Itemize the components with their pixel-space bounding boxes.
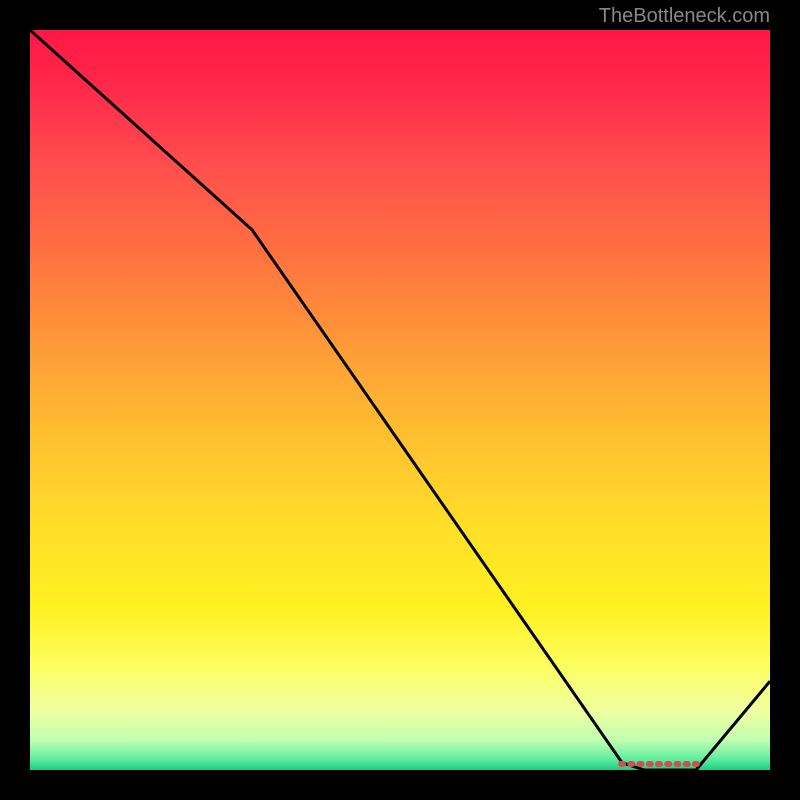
chart-background <box>30 30 770 770</box>
chart-markers <box>618 761 700 767</box>
bottleneck-chart <box>30 30 770 770</box>
watermark-text: TheBottleneck.com <box>599 5 770 28</box>
chart-svg <box>30 30 770 770</box>
